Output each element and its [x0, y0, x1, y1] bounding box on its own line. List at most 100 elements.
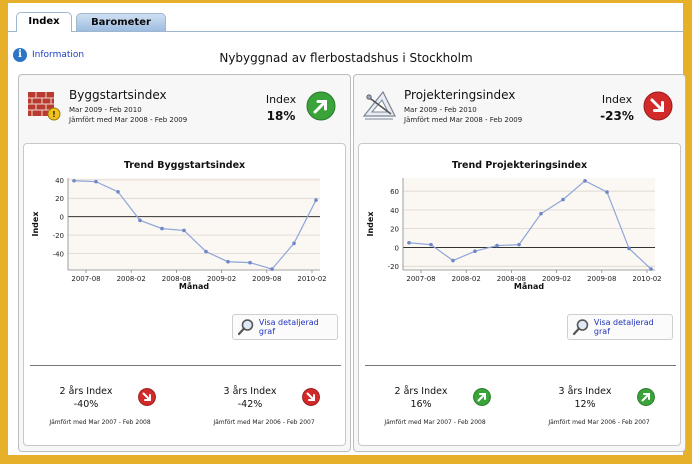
- y-tick-label: 60: [390, 188, 399, 196]
- data-point: [292, 241, 296, 246]
- sub-index-compare: Jämfört med Mar 2006 - Feb 2007: [213, 419, 315, 426]
- data-point: [226, 259, 230, 264]
- panel-period: Mar 2009 - Feb 2010: [404, 106, 477, 114]
- data-point: [138, 218, 142, 223]
- magnifier-icon: [572, 319, 589, 336]
- y-tick-label: -20: [388, 263, 399, 271]
- data-point: [649, 267, 653, 271]
- y-tick-label: 20: [55, 195, 64, 203]
- data-point: [561, 197, 565, 202]
- data-point: [72, 178, 76, 183]
- panel-title: Projekteringsindex: [404, 88, 516, 102]
- y-tick-label: -40: [53, 250, 64, 258]
- data-point: [539, 211, 543, 216]
- data-point: [451, 258, 455, 263]
- data-point: [517, 242, 521, 247]
- details-label[interactable]: Visa detaljerad graf: [259, 318, 337, 336]
- chart-box: Trend Byggstartsindex 40 20 0 -20 -40 2007-08…: [23, 143, 346, 446]
- data-point: [583, 179, 587, 183]
- x-tick-label: 2009-08: [587, 275, 616, 283]
- chart-title: Trend Byggstartsindex: [123, 160, 246, 171]
- arrow-down-right-icon: [138, 388, 156, 406]
- data-point: [116, 190, 120, 194]
- sub-index-compare: Jämfört med Mar 2007 - Feb 2008: [384, 419, 486, 426]
- index-label: Index: [265, 93, 297, 106]
- data-point: [495, 243, 499, 248]
- y-tick-label: -20: [53, 232, 64, 240]
- data-point: [473, 249, 477, 254]
- x-tick-label: 2007-08: [406, 275, 435, 283]
- data-point: [94, 179, 98, 184]
- x-tick-label: 2008-02: [117, 275, 146, 283]
- x-axis-label: Månad: [514, 281, 544, 291]
- y-tick-label: 0: [395, 244, 399, 252]
- tab-index[interactable]: Index: [16, 12, 72, 32]
- frame-border-left: [0, 0, 8, 464]
- index-value: -23%: [600, 109, 634, 123]
- y-axis-label: Index: [366, 211, 375, 237]
- index-value: 18%: [266, 109, 296, 123]
- sub-index-value: -40%: [73, 399, 99, 410]
- plot-area: [68, 178, 320, 270]
- panel-title: Byggstartsindex: [69, 88, 167, 102]
- sub-index-compare: Jämfört med Mar 2006 - Feb 2007: [548, 419, 650, 426]
- data-point: [605, 190, 609, 194]
- page-title: Nybyggnad av flerbostadshus i Stockholm: [219, 51, 473, 65]
- x-tick-label: 2009-02: [542, 275, 571, 283]
- arrow-up-right-icon: [473, 388, 491, 406]
- x-tick-label: 2007-08: [71, 275, 100, 283]
- details-button[interactable]: Visa detaljerad graf: [567, 314, 673, 340]
- panel-projekteringsindex: Projekteringsindex Mar 2009 - Feb 2010 J…: [353, 74, 686, 452]
- brick-wall-icon: !: [28, 92, 61, 121]
- panel-compare: Jämfört med Mar 2008 - Feb 2009: [69, 116, 188, 124]
- index-label: Index: [601, 93, 633, 106]
- y-tick-label: 40: [55, 177, 64, 185]
- sub-index-value: -42%: [237, 399, 263, 410]
- panel-period: Mar 2009 - Feb 2010: [69, 106, 142, 114]
- plot-area: [403, 178, 655, 270]
- sub-index-label: 2 års Index: [394, 386, 448, 397]
- index-trend-badge: [643, 91, 673, 121]
- sub-index-label: 2 års Index: [59, 386, 113, 397]
- y-tick-label: 20: [390, 226, 399, 234]
- data-point: [248, 260, 252, 265]
- data-point: [270, 267, 274, 271]
- frame-border-bottom: [0, 455, 692, 464]
- panel-compare: Jämfört med Mar 2008 - Feb 2009: [404, 116, 523, 124]
- y-tick-label: 40: [390, 207, 399, 215]
- sub-index-value: 16%: [410, 399, 432, 410]
- x-tick-label: 2010-02: [632, 275, 661, 283]
- x-tick-label: 2009-02: [207, 275, 236, 283]
- x-axis-label: Månad: [179, 281, 209, 291]
- data-point: [204, 249, 208, 254]
- details-button[interactable]: Visa detaljerad graf: [232, 314, 338, 340]
- app-frame: Index Barometer i Information Nybyggnad …: [0, 0, 692, 464]
- chart-box: Trend Projekteringsindex 60 40 20 0 -20 2007-…: [358, 143, 681, 446]
- svg-text:!: !: [52, 110, 56, 119]
- x-tick-label: 2010-02: [297, 275, 326, 283]
- divider: [365, 365, 676, 366]
- data-point: [182, 228, 186, 233]
- sub-index-compare: Jämfört med Mar 2007 - Feb 2008: [49, 419, 151, 426]
- chart-title: Trend Projekteringsindex: [451, 160, 588, 171]
- details-label[interactable]: Visa detaljerad graf: [594, 318, 672, 336]
- panel-byggstartsindex: ! Byggstartsindex Mar 2009 - Feb 2010 Jä…: [18, 74, 351, 452]
- data-point: [429, 242, 433, 247]
- y-axis-label: Index: [31, 211, 40, 237]
- x-tick-label: 2008-02: [452, 275, 481, 283]
- divider: [30, 365, 341, 366]
- line-chart-projekteringsindex: 6040200-202007-08 2008-02 2008-08 2009-02 20…: [366, 178, 662, 291]
- data-point: [627, 246, 631, 251]
- arrow-down-right-icon: [302, 388, 320, 406]
- drafting-tools-icon: [362, 90, 396, 120]
- y-tick-label: 0: [60, 214, 64, 222]
- x-tick-label: 2009-08: [252, 275, 281, 283]
- index-trend-badge: [306, 91, 336, 121]
- sub-index-label: 3 års Index: [558, 386, 612, 397]
- arrow-down-right-icon: [643, 91, 673, 121]
- data-point: [160, 226, 164, 231]
- line-chart-byggstartsindex: 40200-20-402007-08 2008-02 2008-08 2009-02 2…: [31, 177, 327, 291]
- sub-index-value: 12%: [574, 399, 596, 410]
- arrow-up-right-icon: [306, 91, 336, 121]
- tab-barometer[interactable]: Barometer: [76, 13, 166, 31]
